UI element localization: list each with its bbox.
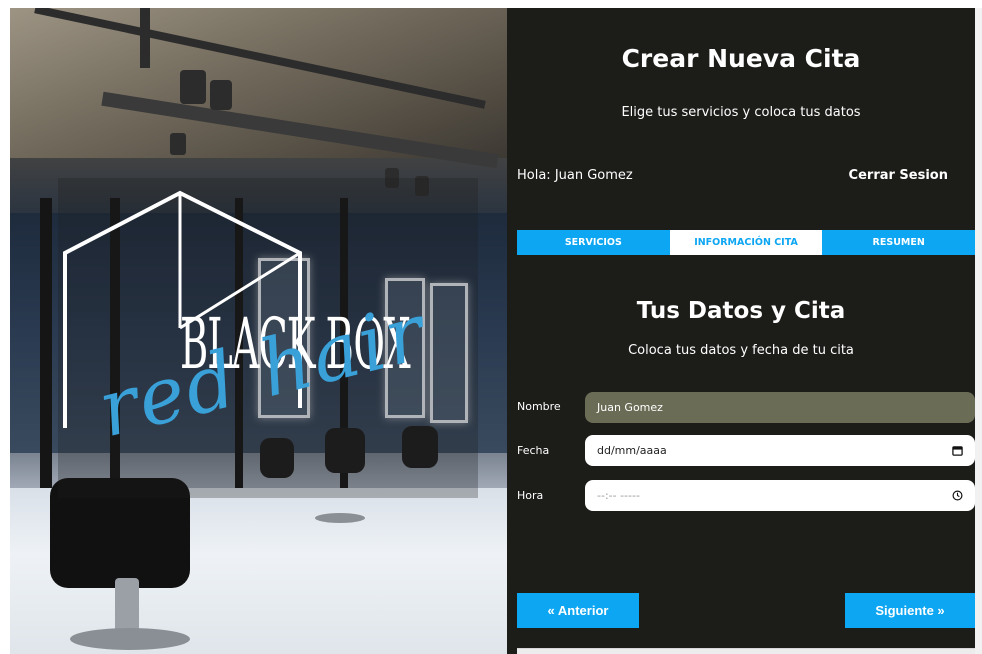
page: BLACK BOX red hair Crear Nueva Cita Elig… <box>0 0 982 654</box>
date-placeholder: dd/mm/aaaa <box>597 444 667 457</box>
tab-informacion-cita[interactable]: INFORMACIÓN CITA <box>669 230 823 255</box>
calendar-icon[interactable] <box>952 445 963 456</box>
hero-image: BLACK BOX red hair <box>10 8 507 654</box>
time-label: Hora <box>517 489 544 502</box>
page-subtitle: Elige tus servicios y coloca tus datos <box>621 105 861 120</box>
user-greeting: Hola: Juan Gomez <box>517 168 633 183</box>
clock-icon[interactable] <box>952 490 963 501</box>
time-field[interactable]: --:-- ----- <box>585 480 975 511</box>
tab-servicios[interactable]: SERVICIOS <box>517 230 670 255</box>
horizontal-scrollbar[interactable] <box>517 648 975 654</box>
date-field[interactable]: dd/mm/aaaa <box>585 435 975 466</box>
name-label: Nombre <box>517 400 561 413</box>
next-button[interactable]: Siguiente » <box>845 593 975 628</box>
step-tabs: SERVICIOS INFORMACIÓN CITA RESUMEN <box>517 230 976 255</box>
previous-button[interactable]: « Anterior <box>517 593 639 628</box>
section-subtitle: Coloca tus datos y fecha de tu cita <box>628 343 854 358</box>
logout-link[interactable]: Cerrar Sesion <box>849 168 948 183</box>
tab-resumen[interactable]: RESUMEN <box>822 230 976 255</box>
appointment-panel: Crear Nueva Cita Elige tus servicios y c… <box>507 8 976 654</box>
date-label: Fecha <box>517 444 550 457</box>
name-value: Juan Gomez <box>597 401 663 414</box>
time-placeholder: --:-- ----- <box>597 489 640 502</box>
vertical-scrollbar[interactable] <box>975 8 982 654</box>
page-title: Crear Nueva Cita <box>621 44 861 73</box>
name-field[interactable]: Juan Gomez <box>585 392 975 423</box>
section-title: Tus Datos y Cita <box>636 298 846 324</box>
